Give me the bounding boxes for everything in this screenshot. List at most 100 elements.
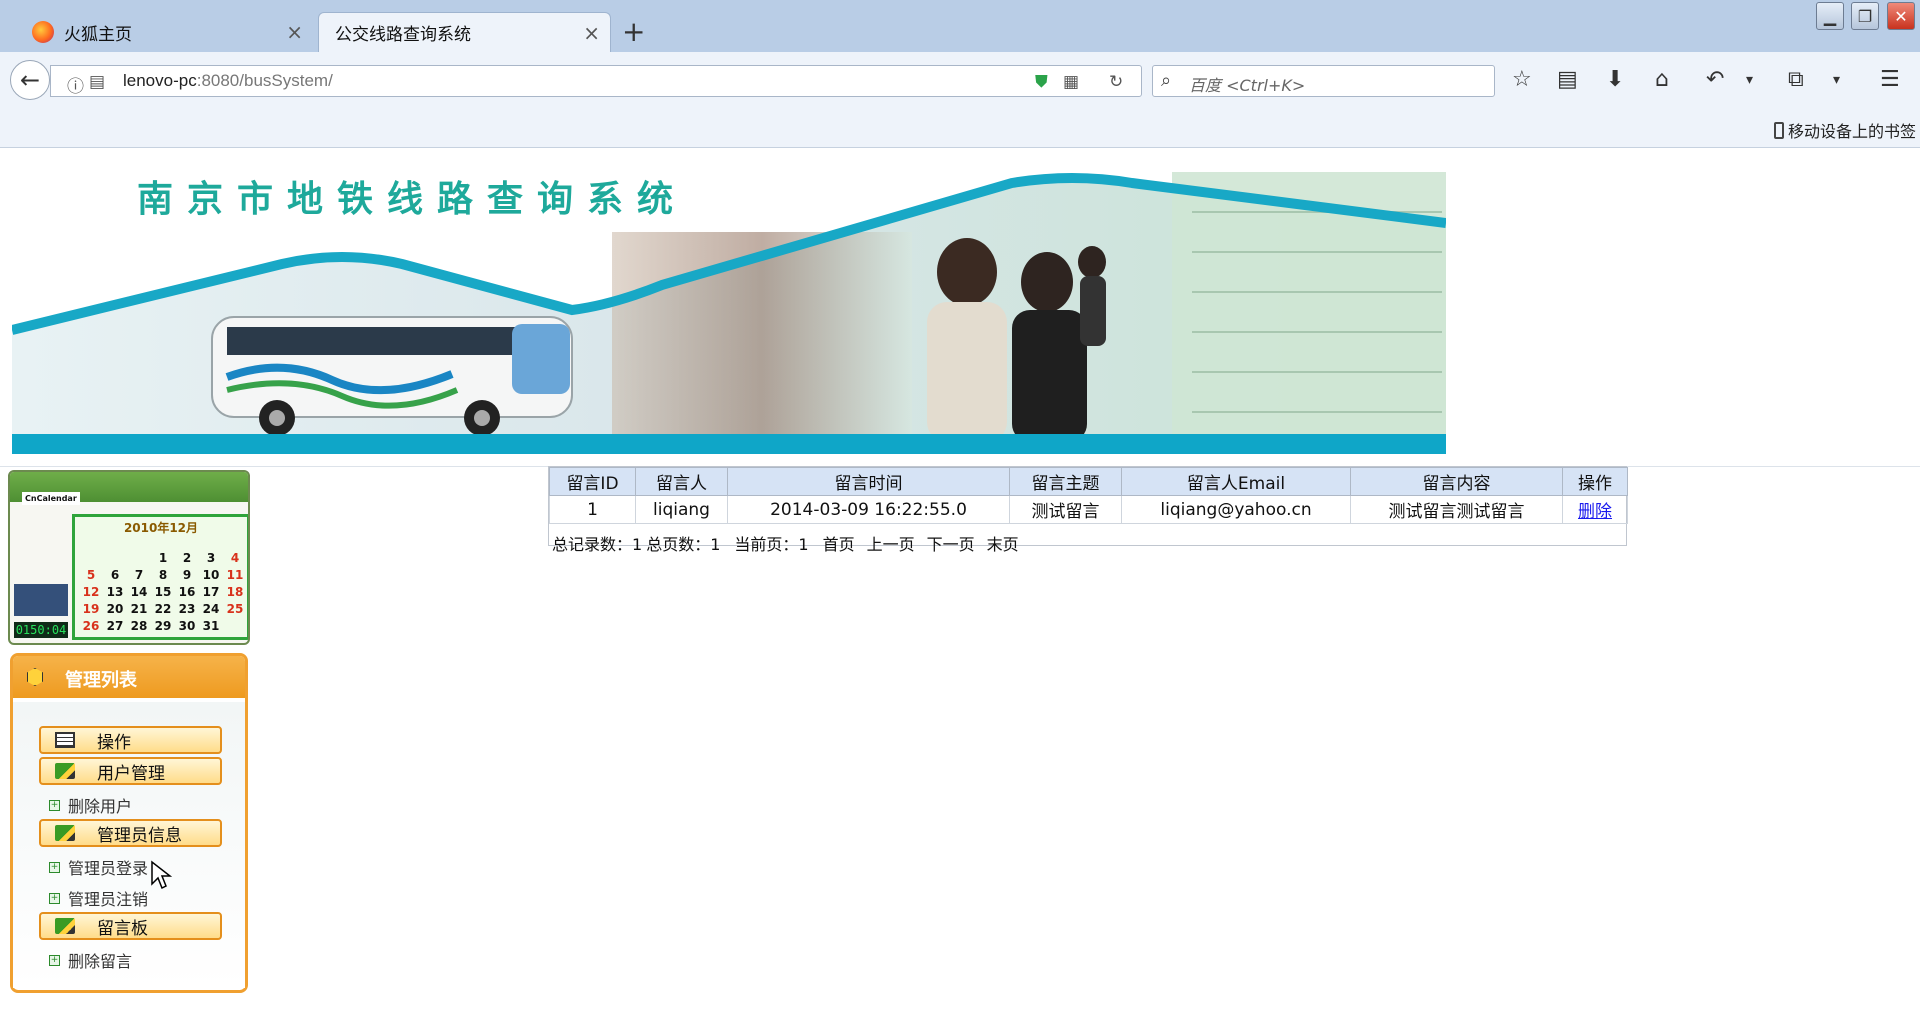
calendar-day[interactable]: 22 bbox=[151, 602, 175, 616]
close-tab-icon[interactable]: × bbox=[583, 23, 600, 43]
bookmarks-bar: 移动设备上的书签 bbox=[0, 112, 1920, 148]
crop-icon[interactable]: ⧉ bbox=[1788, 68, 1804, 92]
calendar-grid: 2010年12月 1 2 3 4 5 6 7 8 9 10 11 12 13 14 15 16 17 18 19 20… bbox=[72, 514, 248, 640]
last-page-link[interactable]: 末页 bbox=[987, 531, 1019, 555]
mouse-cursor-icon bbox=[151, 860, 172, 890]
download-icon[interactable]: ⬇ bbox=[1606, 68, 1624, 92]
back-button[interactable]: ← bbox=[10, 60, 50, 100]
calendar-day[interactable]: 21 bbox=[127, 602, 151, 616]
total-records: 总记录数：1 bbox=[552, 535, 643, 554]
calendar-day[interactable]: 1 bbox=[151, 551, 175, 565]
management-panel-body: 操作 用户管理 + 删除用户 管理员信息 + 管理员登录 + 管理员注销 留言板… bbox=[13, 702, 245, 988]
calendar-day[interactable]: 29 bbox=[151, 619, 175, 633]
qr-code-icon[interactable]: ▦ bbox=[1063, 72, 1079, 92]
restore-icon[interactable]: ❐ bbox=[1851, 2, 1879, 30]
col-header-author: 留言人 bbox=[635, 467, 728, 496]
operation-button[interactable]: 操作 bbox=[39, 726, 222, 754]
calendar-day[interactable]: 15 bbox=[151, 585, 175, 599]
plus-box-icon: + bbox=[49, 799, 60, 811]
calendar-day[interactable]: 28 bbox=[127, 619, 151, 633]
close-window-icon[interactable]: ✕ bbox=[1887, 2, 1915, 30]
calendar-day[interactable]: 30 bbox=[175, 619, 199, 633]
calendar-day[interactable]: 19 bbox=[79, 602, 103, 616]
calendar-day[interactable]: 17 bbox=[199, 585, 223, 599]
calendar-days: 1 2 3 4 5 6 7 8 9 10 11 12 13 14 15 16 17 18 19 20 21 22 23 24 2… bbox=[79, 551, 247, 633]
calendar-widget[interactable]: CnCalendar 0150:04 2010年12月 1 2 3 4 5 6 7 8 9 10 1… bbox=[8, 470, 250, 645]
url-text[interactable]: lenovo-pc:8080/busSystem/ bbox=[123, 71, 333, 91]
calendar-day[interactable] bbox=[127, 551, 151, 565]
plus-box-icon: + bbox=[49, 954, 60, 966]
calendar-day[interactable]: 26 bbox=[79, 619, 103, 633]
calendar-control-panel[interactable] bbox=[14, 584, 68, 616]
hexagon-icon bbox=[27, 668, 43, 686]
admin-login-link[interactable]: + 管理员登录 bbox=[49, 855, 148, 879]
prev-page-link[interactable]: 上一页 bbox=[867, 531, 915, 555]
home-icon[interactable]: ⌂ bbox=[1655, 68, 1669, 92]
calendar-day[interactable]: 13 bbox=[103, 585, 127, 599]
calendar-day[interactable]: 8 bbox=[151, 568, 175, 582]
calendar-day[interactable]: 20 bbox=[103, 602, 127, 616]
next-page-link[interactable]: 下一页 bbox=[927, 531, 975, 555]
cell-id: 1 bbox=[549, 495, 636, 524]
management-panel-title: 管理列表 bbox=[65, 670, 137, 691]
tab-firefox-home[interactable]: 火狐主页 × bbox=[18, 12, 313, 52]
table-row: 1 liqiang 2014-03-09 16:22:55.0 测试留言 liq… bbox=[549, 495, 1628, 524]
undo-icon[interactable]: ↶ bbox=[1706, 68, 1724, 92]
close-tab-icon[interactable]: × bbox=[286, 22, 303, 42]
message-board-button[interactable]: 留言板 bbox=[39, 912, 222, 940]
plus-box-icon: + bbox=[49, 861, 60, 873]
reload-icon[interactable]: ↻ bbox=[1109, 72, 1123, 92]
reading-list-icon[interactable]: ▤ bbox=[1557, 68, 1578, 92]
delete-message-link[interactable]: + 删除留言 bbox=[49, 948, 132, 972]
tab-bus-system[interactable]: 公交线路查询系统 × bbox=[318, 12, 611, 52]
calendar-day[interactable]: 11 bbox=[223, 568, 247, 582]
chevron-down-icon[interactable]: ▾ bbox=[1746, 68, 1753, 92]
calendar-day[interactable]: 14 bbox=[127, 585, 151, 599]
calendar-day[interactable]: 4 bbox=[223, 551, 247, 565]
shield-icon[interactable]: ⛊ bbox=[1035, 72, 1048, 92]
calendar-day[interactable]: 7 bbox=[127, 568, 151, 582]
calendar-day[interactable]: 31 bbox=[199, 619, 223, 633]
navigation-bar: ⓘ ▤ lenovo-pc:8080/busSystem/ ⛊ ▦ ↻ ← ⌕ … bbox=[0, 52, 1920, 112]
pencil-icon bbox=[55, 763, 75, 779]
minimize-icon[interactable]: ▁ bbox=[1816, 2, 1844, 30]
pencil-icon bbox=[55, 918, 75, 934]
calendar-day[interactable]: 18 bbox=[223, 585, 247, 599]
delete-link[interactable]: 删除 bbox=[1578, 502, 1612, 522]
calendar-day[interactable]: 23 bbox=[175, 602, 199, 616]
calendar-day[interactable]: 9 bbox=[175, 568, 199, 582]
url-bar[interactable]: ⓘ ▤ lenovo-pc:8080/busSystem/ ⛊ ▦ ↻ bbox=[50, 65, 1142, 97]
mobile-bookmarks-link[interactable]: 移动设备上的书签 bbox=[1773, 118, 1916, 142]
calendar-day[interactable]: 16 bbox=[175, 585, 199, 599]
col-header-email: 留言人Email bbox=[1121, 467, 1351, 496]
admin-info-button[interactable]: 管理员信息 bbox=[39, 819, 222, 847]
calendar-day[interactable] bbox=[79, 551, 103, 565]
calendar-day[interactable] bbox=[223, 619, 247, 633]
calendar-day[interactable]: 3 bbox=[199, 551, 223, 565]
message-table: 留言ID 留言人 留言时间 留言主题 留言人Email 留言内容 操作 1 li… bbox=[549, 467, 1628, 524]
calendar-day[interactable]: 27 bbox=[103, 619, 127, 633]
info-icon[interactable]: ⓘ bbox=[67, 72, 84, 97]
calendar-day[interactable]: 10 bbox=[199, 568, 223, 582]
plus-box-icon: + bbox=[49, 892, 60, 904]
calendar-day[interactable]: 5 bbox=[79, 568, 103, 582]
calendar-day[interactable] bbox=[103, 551, 127, 565]
calendar-day[interactable]: 24 bbox=[199, 602, 223, 616]
menu-icon[interactable]: ☰ bbox=[1880, 68, 1900, 92]
delete-user-link[interactable]: + 删除用户 bbox=[49, 793, 132, 817]
calendar-day[interactable]: 6 bbox=[103, 568, 127, 582]
first-page-link[interactable]: 首页 bbox=[823, 531, 855, 555]
admin-logout-link[interactable]: + 管理员注销 bbox=[49, 886, 148, 910]
tab-title: 公交线路查询系统 bbox=[335, 25, 471, 45]
bookmark-star-icon[interactable]: ☆ bbox=[1512, 68, 1532, 92]
calendar-day[interactable]: 2 bbox=[175, 551, 199, 565]
calendar-day[interactable]: 25 bbox=[223, 602, 247, 616]
page-icon: ▤ bbox=[89, 72, 106, 92]
calendar-day[interactable]: 12 bbox=[79, 585, 103, 599]
search-input[interactable]: ⌕ 百度 <Ctrl+K> bbox=[1152, 65, 1495, 97]
list-icon bbox=[55, 732, 75, 748]
new-tab-button[interactable]: + bbox=[622, 18, 645, 46]
chevron-down-icon[interactable]: ▾ bbox=[1833, 68, 1840, 92]
user-management-button[interactable]: 用户管理 bbox=[39, 757, 222, 785]
cell-subject: 测试留言 bbox=[1009, 495, 1122, 524]
